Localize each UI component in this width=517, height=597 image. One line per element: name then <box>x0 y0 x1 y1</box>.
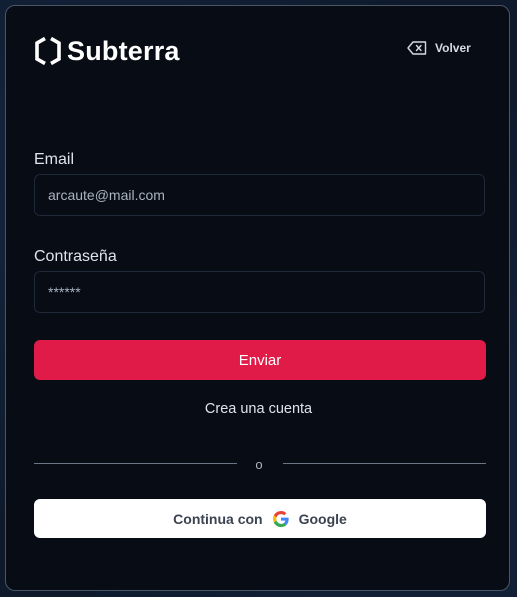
login-card: Subterra Volver Email Contraseña Enviar … <box>5 5 510 591</box>
google-icon <box>272 510 289 527</box>
google-provider-label: Google <box>298 510 347 527</box>
google-prefix-label: Continua con <box>173 510 263 527</box>
back-button[interactable]: Volver <box>407 41 471 55</box>
brand-name: Subterra <box>67 35 180 66</box>
divider-label: o <box>255 457 263 472</box>
create-account-link[interactable]: Crea una cuenta <box>6 401 511 417</box>
email-label: Email <box>34 151 75 168</box>
password-label: Contraseña <box>34 248 117 265</box>
hexagon-logo-icon <box>35 36 61 66</box>
submit-button[interactable]: Enviar <box>34 340 486 380</box>
divider-line-right <box>283 463 486 464</box>
backspace-icon <box>407 41 427 55</box>
brand-logo: Subterra <box>34 34 180 68</box>
password-field[interactable] <box>34 271 485 313</box>
back-label: Volver <box>435 41 471 55</box>
email-field[interactable] <box>34 174 485 216</box>
divider-line-left <box>34 463 237 464</box>
google-signin-button[interactable]: Continua con Google <box>34 499 486 538</box>
